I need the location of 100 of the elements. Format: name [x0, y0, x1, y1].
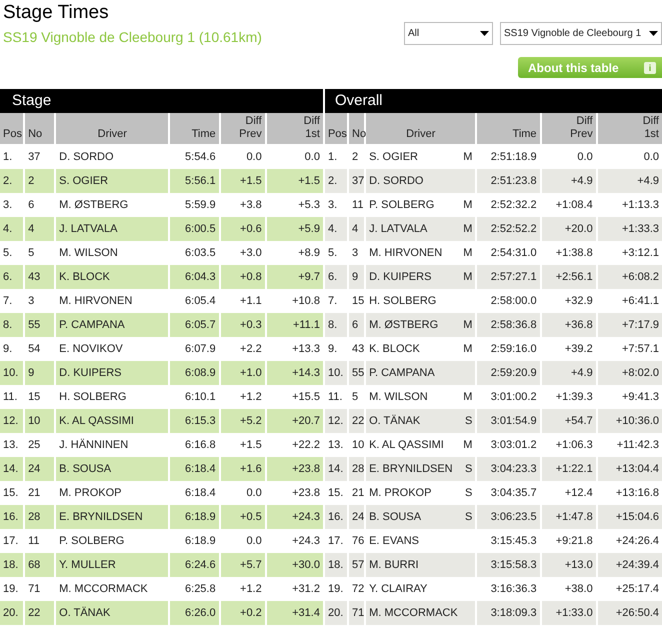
table-cell: +1:38.8: [540, 241, 597, 265]
table-cell: 8.: [0, 313, 24, 337]
table-cell: Y. MULLER: [55, 553, 170, 577]
column-header: Pos: [0, 113, 24, 145]
table-cell: 9.: [0, 337, 24, 361]
table-cell: 5:59.9: [169, 193, 220, 217]
table-cell: +9:21.8: [540, 529, 597, 553]
column-header: Time: [476, 113, 541, 145]
table-cell: +4.9: [540, 169, 597, 193]
table-cell: +1.1: [220, 289, 266, 313]
section-header: Overall: [324, 89, 662, 113]
table-cell: 2:52:52.2: [476, 217, 541, 241]
table-cell: 9: [348, 265, 366, 289]
table-cell: +1:08.4: [540, 193, 597, 217]
table-cell: 18.: [0, 553, 24, 577]
class-letter: S: [465, 510, 472, 525]
table-cell: K. AL QASSIMI: [55, 409, 170, 433]
table-cell: 15: [24, 385, 56, 409]
driver-name: M. WILSON: [369, 390, 428, 405]
table-cell: 3: [24, 289, 56, 313]
table-cell: H. SOLBERG: [365, 289, 476, 313]
table-cell: +6:08.2: [596, 265, 662, 289]
table-cell: 3.: [324, 193, 348, 217]
table-cell: +26:50.4: [596, 601, 662, 625]
table-cell: +31.4: [266, 601, 324, 625]
table-cell: 15.: [0, 481, 24, 505]
table-cell: +13:16.8: [596, 481, 662, 505]
table-cell: 6: [348, 313, 366, 337]
table-cell: +2:56.1: [540, 265, 597, 289]
table-cell: +31.2: [266, 577, 324, 601]
table-cell: 68: [24, 553, 56, 577]
table-cell: 10: [348, 433, 366, 457]
table-cell: 15: [348, 289, 366, 313]
table-cell: +5.3: [266, 193, 324, 217]
table-cell: 3:03:01.2: [476, 433, 541, 457]
table-cell: +11.1: [266, 313, 324, 337]
column-header: Diff 1st: [266, 113, 324, 145]
table-cell: 25: [24, 433, 56, 457]
table-cell: 10.: [0, 361, 24, 385]
table-cell: 22: [348, 409, 366, 433]
table-cell: +24:39.4: [596, 553, 662, 577]
table-cell: 22: [24, 601, 56, 625]
table-cell: +2.2: [220, 337, 266, 361]
class-letter: M: [463, 438, 472, 453]
table-cell: +4.9: [540, 361, 597, 385]
table-cell: 3: [348, 241, 366, 265]
table-cell: J. LATVALA: [55, 217, 170, 241]
dropdown-caret-icon: [649, 31, 658, 36]
table-cell: +1:06.3: [540, 433, 597, 457]
column-header: No: [24, 113, 56, 145]
table-cell: 7.: [324, 289, 348, 313]
table-cell: 7.: [0, 289, 24, 313]
table-cell: +7:17.9: [596, 313, 662, 337]
driver-name: J. LATVALA: [369, 222, 428, 237]
table-cell: +0.5: [220, 505, 266, 529]
table-cell: 6.: [324, 265, 348, 289]
table-cell: 71: [24, 577, 56, 601]
table-cell: +1.2: [220, 577, 266, 601]
filter-dropdown[interactable]: All: [404, 22, 493, 45]
table-cell: 2:59:20.9: [476, 361, 541, 385]
table-cell: 6:07.9: [169, 337, 220, 361]
column-header: Diff 1st: [596, 113, 662, 145]
table-cell: +7:57.1: [596, 337, 662, 361]
table-cell: +3:12.1: [596, 241, 662, 265]
table-cell: 11.: [0, 385, 24, 409]
class-letter: M: [463, 270, 472, 285]
table-cell: +12.4: [540, 481, 597, 505]
column-header: Diff Prev: [220, 113, 266, 145]
table-cell: +1.5: [220, 169, 266, 193]
table-cell: +0.2: [220, 601, 266, 625]
table-cell: 3:15:45.3: [476, 529, 541, 553]
driver-name: K. BLOCK: [369, 342, 420, 357]
table-cell: +39.2: [540, 337, 597, 361]
table-cell: 3:16:36.3: [476, 577, 541, 601]
table-cell: 11: [348, 193, 366, 217]
column-header: Pos: [324, 113, 348, 145]
class-letter: M: [463, 342, 472, 357]
table-cell: S. OGIER: [55, 169, 170, 193]
table-cell: +0.6: [220, 217, 266, 241]
table-cell: +5.7: [220, 553, 266, 577]
table-cell: 2:57:27.1: [476, 265, 541, 289]
table-cell: 5: [24, 241, 56, 265]
table-cell: +4.9: [596, 169, 662, 193]
table-cell: M. ØSTBERG: [55, 193, 170, 217]
table-cell: O. TÄNAK: [55, 601, 170, 625]
driver-name: B. SOUSA: [369, 510, 422, 525]
table-cell: +1:33.0: [540, 601, 597, 625]
table-cell: 2:51:23.8: [476, 169, 541, 193]
table-cell: H. SOLBERG: [55, 385, 170, 409]
filter-dropdown[interactable]: SS19 Vignoble de Cleebourg 1: [500, 22, 662, 45]
class-letter: M: [463, 150, 472, 166]
table-cell: 24: [348, 505, 366, 529]
table-cell: 55: [24, 313, 56, 337]
info-icon: i: [644, 62, 656, 74]
table-cell: 43: [348, 337, 366, 361]
table-cell: 17.: [324, 529, 348, 553]
table-cell: 2:59:16.0: [476, 337, 541, 361]
table-cell: E. BRYNILDSEN: [55, 505, 170, 529]
table-cell: P. CAMPANA: [365, 361, 476, 385]
table-cell: 13.: [0, 433, 24, 457]
